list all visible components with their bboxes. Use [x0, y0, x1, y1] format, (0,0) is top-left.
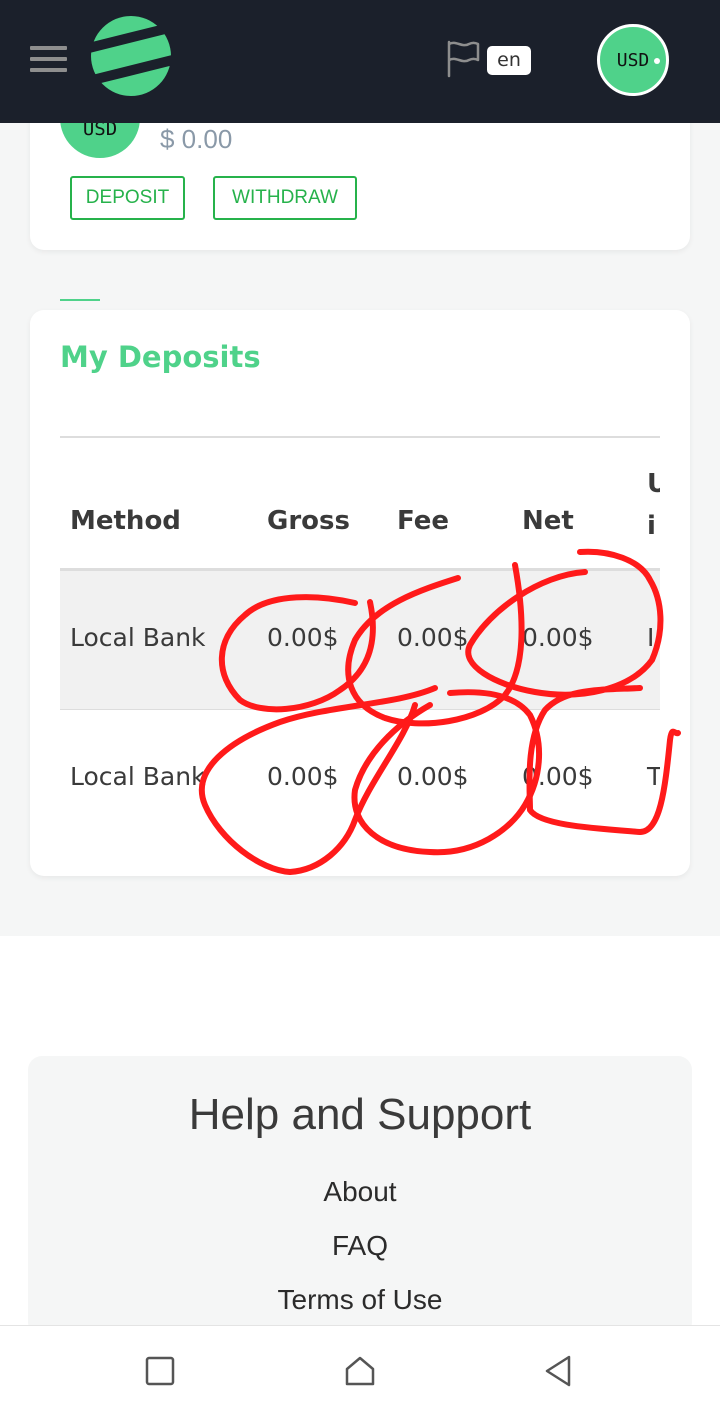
cell-truncated: T — [647, 762, 660, 791]
cell-method: Local Bank — [70, 762, 206, 791]
top-header: en USD — [0, 0, 720, 123]
currency-avatar[interactable]: USD — [597, 24, 669, 96]
status-dot — [654, 58, 660, 64]
hamburger-menu-icon[interactable] — [30, 46, 67, 72]
system-navigation-bar — [0, 1325, 720, 1418]
cell-net: 0.00$ — [522, 762, 594, 791]
footer-link-about[interactable]: About — [28, 1176, 692, 1208]
table-row[interactable]: Local Bank 0.00$ 0.00$ 0.00$ I — [60, 571, 660, 709]
cell-fee: 0.00$ — [397, 623, 469, 652]
deposits-table[interactable]: Method Gross Fee Net U i Local Bank 0.00… — [60, 436, 660, 836]
triangle-back-icon[interactable] — [541, 1354, 575, 1388]
column-header-gross: Gross — [267, 506, 350, 536]
cell-fee: 0.00$ — [397, 762, 469, 791]
flag-icon[interactable] — [446, 40, 480, 78]
deposit-button[interactable]: DEPOSIT — [70, 176, 185, 220]
withdraw-button[interactable]: WITHDRAW — [213, 176, 357, 220]
cell-gross: 0.00$ — [267, 623, 339, 652]
help-and-support-section: Help and Support About FAQ Terms of Use — [28, 1056, 692, 1336]
cell-truncated: I — [647, 623, 655, 652]
column-header-truncated: U i — [647, 469, 660, 541]
column-header-method: Method — [70, 506, 181, 536]
brand-logo[interactable] — [90, 15, 172, 97]
language-selector[interactable]: en — [487, 46, 531, 75]
footer-link-faq[interactable]: FAQ — [28, 1230, 692, 1262]
balance-amount: $ 0.00 — [160, 124, 233, 154]
cell-net: 0.00$ — [522, 623, 594, 652]
deposits-title: My Deposits — [60, 340, 261, 374]
cell-method: Local Bank — [70, 623, 206, 652]
deposits-card: My Deposits Method Gross Fee Net U i Loc… — [30, 310, 690, 876]
help-title: Help and Support — [188, 1090, 532, 1139]
section-accent-divider — [60, 299, 100, 301]
table-top-border — [60, 436, 660, 438]
square-icon[interactable] — [143, 1354, 177, 1388]
footer-link-terms[interactable]: Terms of Use — [28, 1284, 692, 1316]
currency-label: USD — [616, 49, 650, 71]
column-header-fee: Fee — [397, 506, 449, 536]
home-icon[interactable] — [343, 1354, 377, 1388]
column-header-net: Net — [522, 506, 574, 536]
table-row[interactable]: Local Bank 0.00$ 0.00$ 0.00$ T — [60, 710, 660, 836]
cell-gross: 0.00$ — [267, 762, 339, 791]
